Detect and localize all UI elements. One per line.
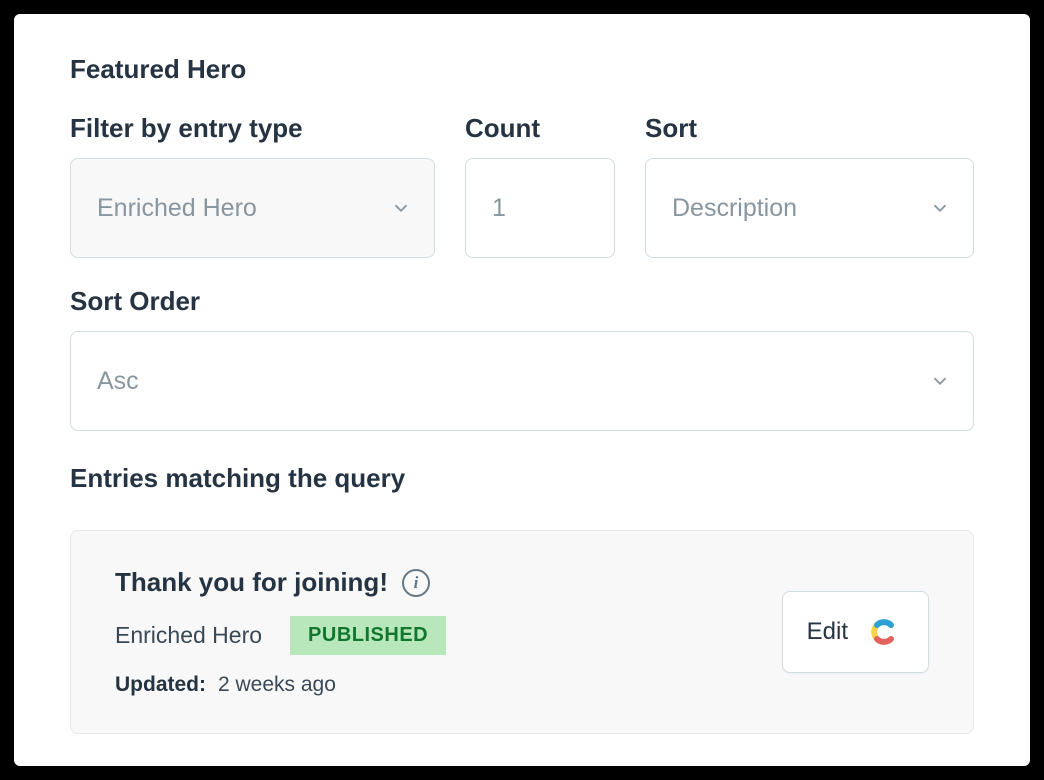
chevron-down-icon [929,370,951,392]
filter-count-group: Count [465,113,615,258]
entry-info: Thank you for joining! i Enriched Hero P… [115,567,446,697]
filter-count-label: Count [465,113,615,144]
chevron-down-icon [929,197,951,219]
filter-entry-type-label: Filter by entry type [70,113,435,144]
entry-updated-value: 2 weeks ago [218,673,336,697]
entry-title-row: Thank you for joining! i [115,567,446,598]
filter-sort-select[interactable]: Description [645,158,974,258]
entry-title: Thank you for joining! [115,567,388,598]
filter-entry-type-value: Enriched Hero [97,194,257,223]
filter-entry-type-group: Filter by entry type Enriched Hero [70,113,435,258]
entry-type-text: Enriched Hero [115,622,262,649]
edit-button[interactable]: Edit [782,591,929,673]
info-icon[interactable]: i [402,569,430,597]
edit-button-label: Edit [807,618,848,646]
entry-updated-label: Updated: [115,673,206,697]
filter-row: Filter by entry type Enriched Hero Count… [70,113,974,258]
content-panel: Featured Hero Filter by entry type Enric… [14,14,1030,766]
filter-count-input[interactable] [465,158,615,258]
entry-card: Thank you for joining! i Enriched Hero P… [70,530,974,734]
filter-sort-value: Description [672,194,797,223]
entry-meta-row: Enriched Hero PUBLISHED [115,616,446,655]
entry-updated-row: Updated: 2 weeks ago [115,673,446,697]
filter-sort-order-group: Sort Order Asc [70,286,974,431]
filter-sort-label: Sort [645,113,974,144]
filter-sort-order-value: Asc [97,367,139,396]
filter-sort-order-select[interactable]: Asc [70,331,974,431]
chevron-down-icon [390,197,412,219]
filter-entry-type-select[interactable]: Enriched Hero [70,158,435,258]
filter-sort-order-label: Sort Order [70,286,974,317]
entries-matching-label: Entries matching the query [70,463,974,494]
section-title: Featured Hero [70,54,974,85]
filter-sort-group: Sort Description [645,113,974,258]
contentful-logo-icon [864,612,904,652]
status-badge: PUBLISHED [290,616,446,655]
